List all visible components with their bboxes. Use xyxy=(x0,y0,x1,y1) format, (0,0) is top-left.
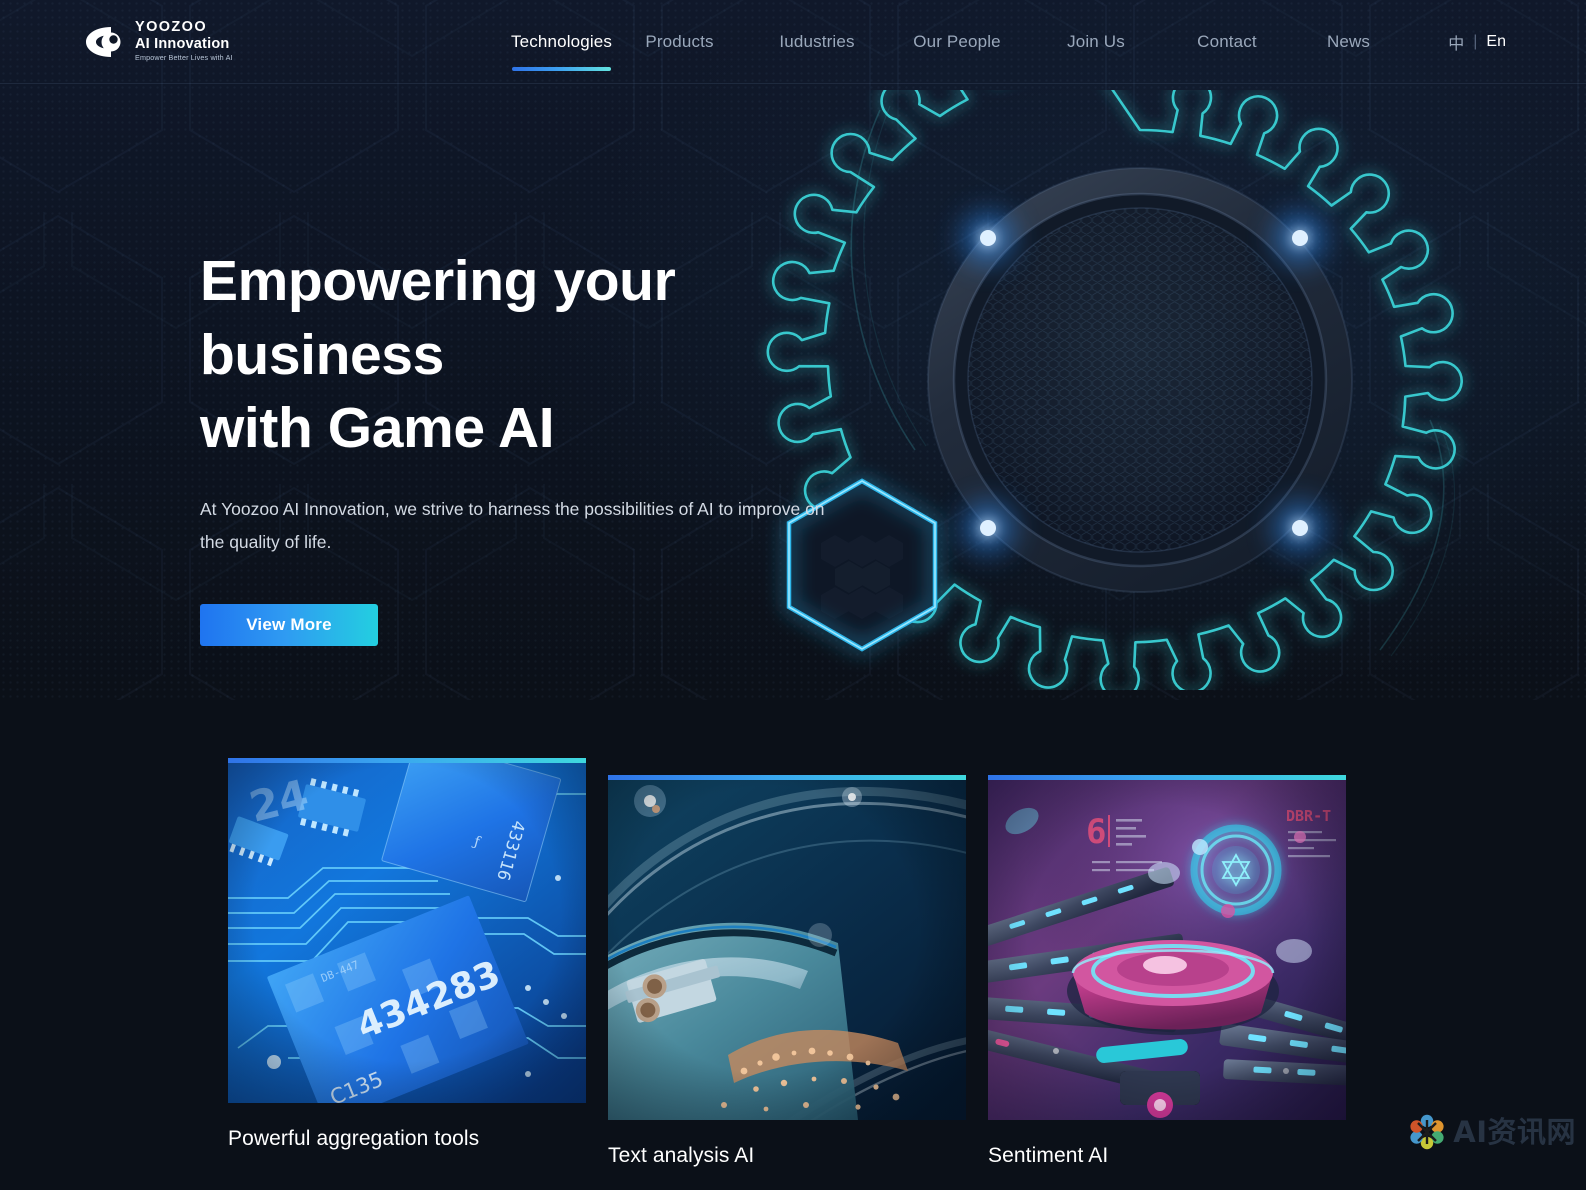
industrial-machinery-image xyxy=(608,775,966,1120)
nav-label: Contact xyxy=(1197,32,1257,51)
circuit-board-chips-image: 433116 ƒ xyxy=(228,758,586,1103)
lang-separator: | xyxy=(1473,33,1478,50)
card-accent-bar xyxy=(608,775,966,780)
site-watermark: AI资讯网 xyxy=(1407,1112,1576,1152)
nav-label: Technologies xyxy=(510,32,613,51)
hero-title: Empowering your business with Game AI xyxy=(200,245,920,466)
watermark-text: AI资讯网 xyxy=(1453,1114,1576,1149)
card-title: Text analysis AI xyxy=(608,1144,755,1167)
brand-logo[interactable]: YOOZOO AI Innovation Empower Better Live… xyxy=(84,19,233,65)
yoozoo-eye-logo-icon xyxy=(86,27,121,57)
hero-content: Empowering your business with Game AI At… xyxy=(200,245,920,647)
brand-name-line2: AI Innovation xyxy=(135,35,230,52)
main-navigation: Technologies Products Iudustries Our Peo… xyxy=(510,0,1407,84)
nav-item-our-people[interactable]: Our People xyxy=(886,0,1028,84)
hero-title-line1: Empowering your business xyxy=(200,249,676,387)
card-title: Sentiment AI xyxy=(988,1144,1109,1167)
hero-subtitle: At Yoozoo AI Innovation, we strive to ha… xyxy=(200,498,825,553)
nav-item-products[interactable]: Products xyxy=(611,0,748,84)
flower-pinwheel-logo-icon xyxy=(1410,1114,1444,1150)
nav-item-iudustries[interactable]: Iudustries xyxy=(748,0,886,84)
hero-title-line2: with Game AI xyxy=(200,396,555,461)
sci-fi-spacecraft-image: 6 DBR-T xyxy=(988,775,1346,1120)
feature-card[interactable]: Text analysis AI xyxy=(608,775,966,1169)
feature-card-grid: 433116 ƒ xyxy=(228,758,1348,1188)
site-header: YOOZOO AI Innovation Empower Better Live… xyxy=(0,0,1586,84)
page-root: YOOZOO AI Innovation Empower Better Live… xyxy=(0,0,1586,1190)
nav-item-technologies[interactable]: Technologies xyxy=(510,0,613,84)
feature-card[interactable]: 433116 ƒ xyxy=(228,758,586,1152)
nav-item-contact[interactable]: Contact xyxy=(1164,0,1290,84)
card-accent-bar xyxy=(228,758,586,763)
card-image: 433116 ƒ xyxy=(228,758,586,1103)
nav-label: Iudustries xyxy=(779,32,855,51)
nav-label: Products xyxy=(645,32,714,51)
feature-card[interactable]: 6 DBR-T xyxy=(988,775,1346,1169)
brand-tagline: Empower Better Lives with AI xyxy=(135,53,233,63)
card-accent-bar xyxy=(988,775,1346,780)
nav-label: Join Us xyxy=(1067,32,1125,51)
nav-label: News xyxy=(1326,32,1371,51)
nav-item-join-us[interactable]: Join Us xyxy=(1028,0,1164,84)
language-switcher: 中 | En xyxy=(1448,0,1506,84)
view-more-button[interactable]: View More xyxy=(200,604,378,647)
nav-item-news[interactable]: News xyxy=(1290,0,1407,84)
card-title: Powerful aggregation tools xyxy=(228,1127,480,1150)
lang-option-cn[interactable]: 中 xyxy=(1448,30,1464,54)
brand-name-line1: YOOZOO xyxy=(135,18,208,35)
nav-label: Our People xyxy=(913,32,1001,51)
lang-option-en[interactable]: En xyxy=(1486,33,1506,51)
card-image: 6 DBR-T xyxy=(988,775,1346,1120)
card-image xyxy=(608,775,966,1120)
hex-mesh-disc-icon xyxy=(967,207,1313,553)
